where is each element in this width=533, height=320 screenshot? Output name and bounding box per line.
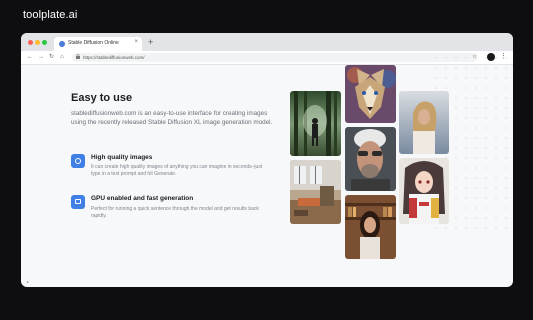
feature-description: It can create high quality images of any…: [91, 164, 263, 177]
url-text: https://stablediffusionweb.com/: [83, 54, 145, 60]
feature-title: High quality images: [91, 154, 153, 161]
gallery-image-forest-figure: [290, 91, 341, 156]
feature-description: Perfect for running a quick sentence thr…: [91, 206, 259, 219]
back-icon[interactable]: ←: [27, 53, 33, 61]
home-icon[interactable]: ⌂: [60, 53, 64, 61]
section-title: Easy to use: [71, 92, 133, 104]
tab-close-icon[interactable]: ×: [134, 39, 138, 45]
new-tab-button[interactable]: +: [148, 37, 153, 47]
tab-bar: Stable Diffusion Online × +: [21, 33, 513, 51]
address-bar[interactable]: https://stablediffusionweb.com/: [72, 53, 477, 62]
favicon-icon: [59, 41, 65, 47]
gallery-image-woman-beach: [399, 91, 449, 154]
maximize-window-button[interactable]: [42, 40, 47, 45]
brand-logo-text: toolplate.ai: [23, 9, 78, 21]
browser-window: Stable Diffusion Online × + ← → ↻ ⌂ http…: [21, 33, 513, 287]
browser-tab[interactable]: Stable Diffusion Online ×: [54, 37, 142, 51]
section-description: stablediffusionweb.com is an easy-to-use…: [71, 110, 273, 126]
tab-title: Stable Diffusion Online: [68, 40, 119, 46]
gallery-image-anime-girl: [399, 158, 449, 224]
gallery-image-woman-library: [345, 195, 396, 259]
image-icon: [71, 154, 85, 168]
gallery-image-wolf: [345, 65, 396, 123]
gallery-image-man-portrait: [345, 127, 396, 191]
scroll-indicator: ▸: [27, 279, 30, 284]
forward-icon[interactable]: →: [38, 53, 44, 61]
reload-icon[interactable]: ↻: [49, 53, 54, 61]
gpu-icon: [71, 195, 85, 209]
feature-title: GPU enabled and fast generation: [91, 195, 194, 202]
gallery-image-interior-room: [290, 160, 341, 224]
close-window-button[interactable]: [28, 40, 33, 45]
lock-icon: [76, 53, 80, 61]
minimize-window-button[interactable]: [35, 40, 40, 45]
